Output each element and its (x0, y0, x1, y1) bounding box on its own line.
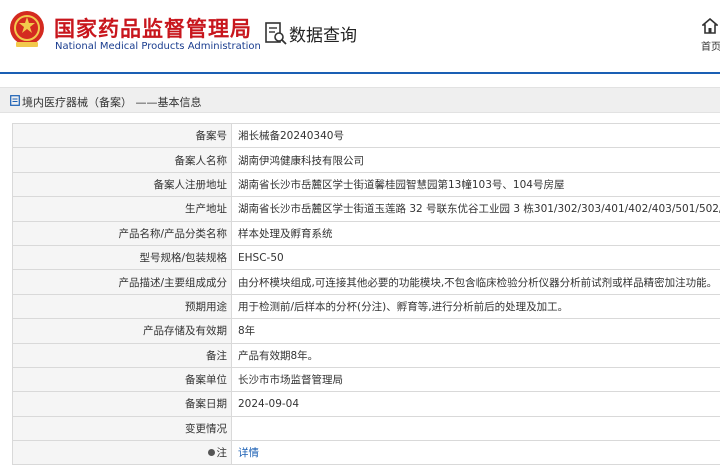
field-label: 变更情况 (12, 415, 232, 442)
field-value: EHSC-50 (231, 244, 720, 271)
table-row: 预期用途 用于检测前/后样本的分杯(分注)、孵育等,进行分析前后的处理及加工。 (12, 293, 720, 320)
table-row: 产品名称/产品分类名称 样本处理及孵育系统 (12, 220, 720, 246)
field-value: 8年 (231, 318, 720, 344)
field-label: 备案日期 (12, 391, 232, 417)
field-value: 湘长械备20240340号 (231, 122, 720, 149)
table-row: 备案人名称 湖南伊鸿健康科技有限公司 (12, 147, 720, 173)
field-label: 型号规格/包装规格 (12, 244, 232, 271)
lightbulb-icon (207, 448, 215, 456)
field-value: 由分杯模块组成,可连接其他必要的功能模块,不包含临床检验分析仪器分析前试剂或样品… (231, 269, 720, 295)
field-label: 备案人名称 (12, 147, 232, 173)
table-row: 产品存储及有效期 8年 (12, 318, 720, 344)
field-label: 备注 (12, 342, 232, 368)
table-row: 备案人注册地址 湖南省长沙市岳麓区学士街道馨桂园智慧园第13幢103号、104号房… (12, 171, 720, 198)
table-row: 备案单位 长沙市市场监督管理局 (12, 366, 720, 393)
field-value: 湖南省长沙市岳麓区学士街道馨桂园智慧园第13幢103号、104号房屋 (231, 171, 720, 198)
field-label: 产品描述/主要组成成分 (12, 269, 232, 295)
field-value: 长沙市市场监督管理局 (231, 366, 720, 393)
table-row: 注 详情 (12, 440, 720, 466)
table-row: 备案号 湘长械备20240340号 (12, 122, 720, 149)
field-label: 产品存储及有效期 (12, 318, 232, 344)
breadcrumb: 境内医疗器械（备案） ——基本信息 (0, 87, 720, 113)
header-divider (0, 72, 720, 74)
table-row: 生产地址 湖南省长沙市岳麓区学士街道玉莲路 32 号联东优谷工业园 3 栋301/… (12, 196, 720, 222)
field-value: 产品有效期8年。 (231, 342, 720, 368)
table-row: 型号规格/包装规格 EHSC-50 (12, 244, 720, 271)
details-link[interactable]: 详情 (238, 447, 259, 459)
field-value (231, 415, 720, 442)
field-value: 湖南伊鸿健康科技有限公司 (231, 147, 720, 173)
agency-name-en: National Medical Products Administration (55, 41, 261, 52)
field-value: 样本处理及孵育系统 (231, 220, 720, 246)
breadcrumb-text: 境内医疗器械（备案） ——基本信息 (22, 96, 202, 109)
page-title: 数据查询 (289, 26, 357, 46)
document-search-icon (265, 22, 287, 45)
agency-name-cn: 国家药品监督管理局 (54, 17, 252, 41)
field-label: 产品名称/产品分类名称 (12, 220, 232, 246)
record-detail-table: 备案号 湘长械备20240340号 备案人名称 湖南伊鸿健康科技有限公司 备案人注册… (12, 122, 720, 466)
home-icon (702, 18, 718, 34)
site-header: 国家药品监督管理局 National Medical Products Admi… (0, 0, 720, 72)
field-value: 用于检测前/后样本的分杯(分注)、孵育等,进行分析前后的处理及加工。 (231, 293, 720, 320)
home-link[interactable]: 首页 (696, 18, 720, 58)
note-label: 注 (216, 447, 228, 460)
national-emblem-icon (10, 11, 44, 47)
field-label: 注 (12, 440, 232, 466)
field-label: 预期用途 (12, 293, 232, 320)
table-row: 变更情况 (12, 415, 720, 442)
field-value: 2024-09-04 (231, 391, 720, 417)
field-label: 备案单位 (12, 366, 232, 393)
table-row: 产品描述/主要组成成分 由分杯模块组成,可连接其他必要的功能模块,不包含临床检验分… (12, 269, 720, 295)
field-label: 备案人注册地址 (12, 171, 232, 198)
table-row: 备注 产品有效期8年。 (12, 342, 720, 368)
field-value: 详情 (231, 440, 720, 466)
field-label: 备案号 (12, 122, 232, 149)
home-label: 首页 (701, 42, 720, 53)
field-value: 湖南省长沙市岳麓区学士街道玉莲路 32 号联东优谷工业园 3 栋301/302/… (231, 196, 720, 222)
table-row: 备案日期 2024-09-04 (12, 391, 720, 417)
field-label: 生产地址 (12, 196, 232, 222)
document-icon (10, 95, 20, 106)
